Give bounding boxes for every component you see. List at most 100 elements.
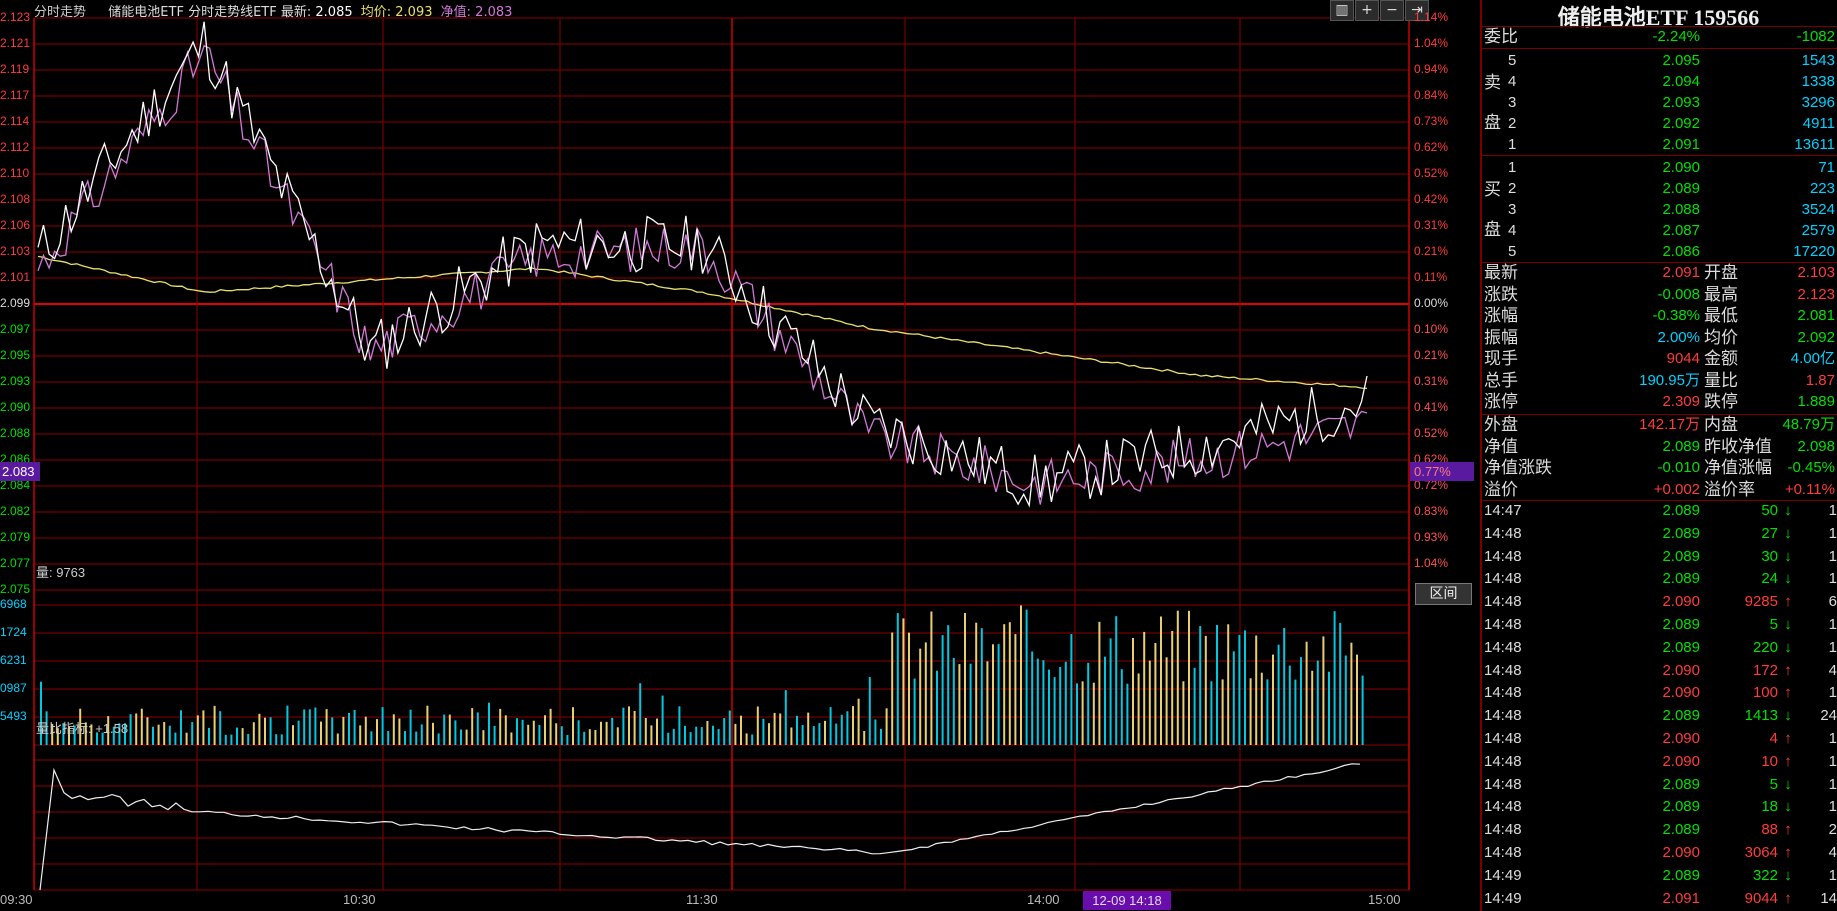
zoom-in-button[interactable]: +: [1355, 0, 1379, 21]
volume-bar: [566, 735, 569, 745]
volume-bar: [684, 725, 686, 745]
volume-bar: [1322, 636, 1325, 745]
volume-bar: [572, 707, 574, 745]
tick-row[interactable]: 14:48 2.089 24 ↓ 1: [1480, 568, 1837, 590]
tick-row[interactable]: 14:48 2.089 1413 ↓ 24: [1480, 705, 1837, 727]
volume-bar: [1300, 657, 1302, 745]
volume-bar: [1333, 611, 1336, 745]
volume-bar: [174, 732, 177, 745]
tick-row[interactable]: 14:48 2.089 5 ↓ 1: [1480, 774, 1837, 796]
volume-bar: [224, 734, 227, 745]
grid-toggle-button[interactable]: ▥: [1330, 0, 1354, 21]
volume-bar: [880, 728, 882, 745]
volume-bar: [185, 732, 188, 745]
volume-bar: [588, 729, 591, 745]
buy-volume: 3524: [1801, 201, 1835, 218]
tick-row[interactable]: 14:49 2.089 322 ↓ 1: [1480, 865, 1837, 887]
zoom-out-button[interactable]: −: [1380, 0, 1404, 21]
pct-axis-label: 1.04%: [1414, 556, 1449, 570]
weibi-diff: -1082: [1796, 28, 1835, 45]
volume-bar: [644, 718, 647, 745]
volume-bar: [751, 734, 754, 745]
volume-bar: [488, 702, 490, 745]
tick-row[interactable]: 14:48 2.089 88 ↑ 2: [1480, 819, 1837, 841]
price-axis-label: 2.114: [0, 114, 30, 128]
volume-bar: [930, 611, 933, 745]
volume-bar: [241, 728, 244, 745]
pct-axis-label: 0.31%: [1414, 218, 1449, 232]
tick-time: 14:48: [1484, 844, 1522, 861]
volume-bar: [605, 721, 608, 745]
price-axis-label: 2.097: [0, 322, 31, 336]
tick-row[interactable]: 14:48 2.090 172 ↑ 4: [1480, 660, 1837, 682]
tick-row[interactable]: 14:48 2.090 3064 ↑ 4: [1480, 842, 1837, 864]
volume-bar: [902, 618, 905, 745]
tick-row[interactable]: 14:48 2.090 4 ↑ 1: [1480, 728, 1837, 750]
tick-row[interactable]: 14:49 2.091 9044 ↑ 14: [1480, 888, 1837, 910]
buy-volume: 223: [1809, 180, 1835, 197]
quote-value: 2.123: [1797, 285, 1835, 303]
volume-bar: [628, 706, 630, 745]
pct-axis-label: 1.14%: [1414, 10, 1449, 24]
quote-label: 溢价: [1484, 479, 1518, 499]
price-axis-label: 2.088: [0, 426, 31, 440]
tick-row[interactable]: 14:48 2.089 5 ↓ 1: [1480, 614, 1837, 636]
volume-bar: [286, 705, 289, 745]
price-axis-label: 2.077: [0, 556, 31, 570]
range-button[interactable]: 区间: [1415, 583, 1472, 605]
time-label-1400: 14:00: [1027, 892, 1060, 907]
tick-count: 1: [1828, 798, 1837, 816]
volume-bar: [1115, 616, 1118, 745]
tick-row[interactable]: 14:48 2.089 30 ↓ 1: [1480, 546, 1837, 568]
volume-bar: [756, 706, 759, 745]
volume-bar: [269, 717, 272, 745]
volume-bar: [633, 711, 636, 745]
volume-bar: [493, 725, 496, 745]
volume-bar: [1294, 679, 1297, 745]
intraday-chart[interactable]: [0, 0, 1480, 911]
arrow-up-icon: ↑: [1784, 730, 1792, 747]
volume-bar: [230, 734, 233, 745]
volume-bar: [476, 712, 479, 745]
tick-row[interactable]: 14:48 2.090 100 ↑ 1: [1480, 682, 1837, 704]
volume-bar: [432, 722, 434, 745]
quote-label: 金额: [1704, 349, 1738, 368]
volume-bar: [812, 726, 815, 745]
volume-bar: [661, 695, 664, 745]
pct-axis-label: 0.10%: [1414, 322, 1449, 336]
fund-name: 储能电池ETF: [108, 5, 184, 20]
tick-volume: 172: [1752, 661, 1778, 679]
volume-axis-label: 0987: [0, 681, 27, 695]
price-axis-label: 2.101: [0, 270, 31, 284]
tick-volume: 30: [1761, 547, 1778, 565]
nav-label: 净值:: [440, 5, 472, 20]
volume-bar: [191, 722, 194, 745]
volume-bar: [1048, 669, 1050, 745]
tick-row[interactable]: 14:48 2.089 220 ↓ 1: [1480, 637, 1837, 659]
tick-row[interactable]: 14:48 2.090 10 ↑ 1: [1480, 751, 1837, 773]
sell-level: 2: [1508, 115, 1517, 132]
arrow-up-icon: ↑: [1784, 844, 1792, 861]
volume-bar: [292, 725, 294, 745]
volume-bar: [196, 715, 199, 745]
tick-time: 14:48: [1484, 752, 1522, 770]
buy-level: 5: [1508, 243, 1517, 260]
pct-axis-label: 0.21%: [1414, 244, 1449, 258]
volume-bar: [264, 717, 266, 745]
price-axis-label: 2.082: [0, 504, 31, 518]
volume-bar: [852, 706, 854, 745]
tick-row[interactable]: 14:48 2.089 18 ↓ 1: [1480, 796, 1837, 818]
quote-label: 最低: [1704, 306, 1738, 325]
volume-bar: [404, 731, 406, 745]
buy-volume: 2579: [1801, 222, 1835, 239]
volume-bar: [1003, 624, 1006, 745]
tick-row[interactable]: 14:48 2.089 27 ↓ 1: [1480, 523, 1837, 545]
volume-bar: [336, 733, 339, 745]
tick-price: 2.089: [1662, 707, 1700, 725]
tick-row[interactable]: 14:47 2.089 50 ↓ 1: [1480, 500, 1837, 522]
tick-row[interactable]: 14:48 2.090 9285 ↑ 6: [1480, 591, 1837, 613]
tick-volume: 322: [1752, 866, 1778, 884]
tick-time: 14:48: [1484, 547, 1522, 565]
volume-bar: [1098, 621, 1101, 745]
price-axis-label: 2.123: [0, 10, 31, 24]
